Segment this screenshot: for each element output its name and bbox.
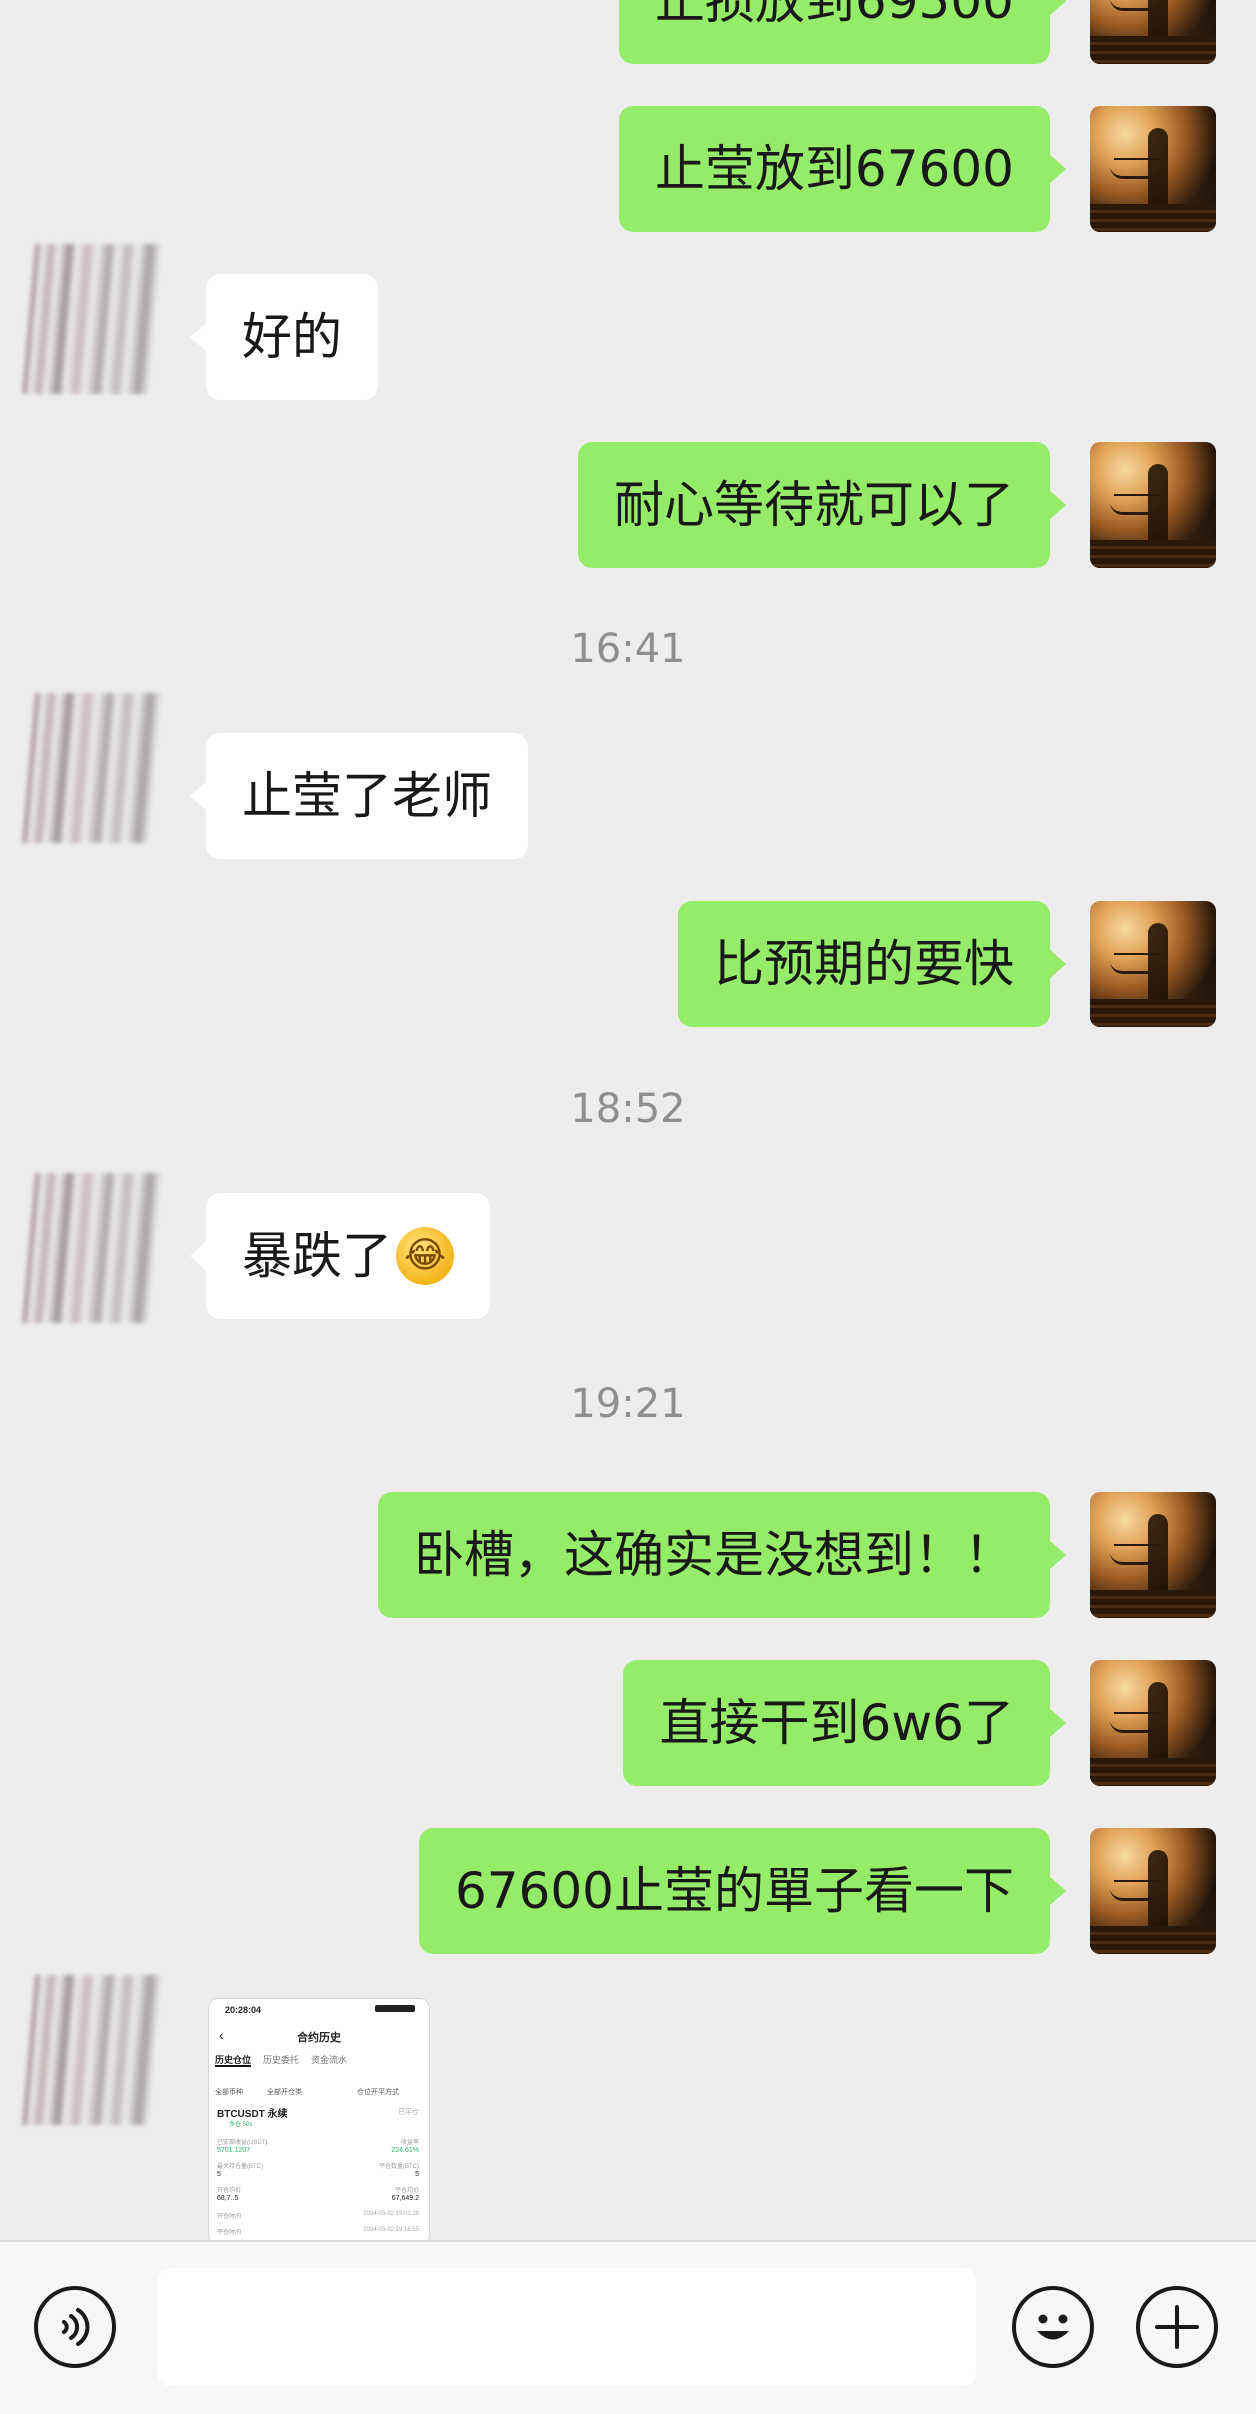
screenshot-filter: 全部币种	[215, 2089, 243, 2096]
timestamp: 18:52	[570, 1086, 686, 1132]
field-label: 已实现收益(USDT)	[217, 2140, 268, 2146]
field-label: 平仓数量(BTC)	[379, 2164, 419, 2170]
crying-laughing-emoji-icon: 😂	[396, 1226, 454, 1285]
screenshot-status-icons	[375, 2005, 415, 2012]
screenshot-filter: 全部开仓类	[267, 2089, 302, 2096]
incoming-message-bubble[interactable]: 暴跌了 😂	[190, 1193, 490, 1319]
outgoing-message-bubble[interactable]: 止损放到69500	[618, 0, 1067, 64]
outgoing-message-bubble[interactable]: 直接干到6w6了	[623, 1660, 1066, 1786]
incoming-message-bubble[interactable]: 止莹了老师	[190, 733, 528, 859]
emoji-icon	[1037, 2314, 1069, 2340]
outgoing-message-bubble[interactable]: 67600止莹的單子看一下	[418, 1828, 1067, 1954]
field-label: 开仓均价	[217, 2188, 242, 2194]
voice-icon	[62, 2308, 90, 2346]
contact-avatar[interactable]	[8, 1173, 178, 1323]
message-input-bar	[0, 2240, 1256, 2414]
timestamp: 19:21	[570, 1381, 686, 1427]
my-avatar[interactable]	[1090, 1828, 1216, 1954]
my-avatar[interactable]	[1090, 1660, 1216, 1786]
my-avatar[interactable]	[1090, 442, 1216, 568]
chat-area: 止损放到69500 止莹放到67600 好的 耐心等待就可以了 16:41 止莹…	[0, 0, 1256, 2240]
emoji-button[interactable]	[1012, 2286, 1094, 2368]
outgoing-message-bubble[interactable]: 卧槽，这确实是没想到！！	[378, 1492, 1066, 1618]
field-label: 最大持仓量(BTC)	[217, 2164, 263, 2170]
contact-avatar[interactable]	[8, 244, 178, 394]
contact-avatar[interactable]	[8, 1975, 178, 2125]
screenshot-image-message[interactable]: 20:28:04 ‹ 合约历史 历史仓位 历史委托 资金流水 全部币种 全部开仓…	[208, 1998, 430, 2240]
my-avatar[interactable]	[1090, 901, 1216, 1027]
screenshot-symbol: BTCUSDT 永续	[217, 2109, 288, 2120]
field-value: 67,649.2	[391, 2195, 419, 2202]
screenshot-filter: 仓位开平方式	[357, 2089, 399, 2096]
field-value: 68,7..5	[217, 2195, 239, 2202]
screenshot-tab: 资金流水	[311, 2055, 348, 2065]
field-label: 平仓均价	[394, 2188, 419, 2194]
field-label: 平仓时间	[217, 2230, 242, 2236]
field-label: 开仓时间	[217, 2214, 242, 2220]
outgoing-message-bubble[interactable]: 止莹放到67600	[618, 106, 1067, 232]
field-value: 2024-05-02 19:18:55	[363, 2227, 419, 2233]
my-avatar[interactable]	[1090, 106, 1216, 232]
screenshot-status-time: 20:28:04	[225, 2005, 262, 2015]
outgoing-message-bubble[interactable]: 耐心等待就可以了	[578, 442, 1066, 568]
screenshot-sub-label: 多仓 50x	[229, 2122, 253, 2128]
plus-icon	[1155, 2305, 1199, 2349]
message-text: 暴跌了	[242, 1227, 392, 1285]
field-value: 5701.1207	[217, 2147, 251, 2154]
field-value: 5	[217, 2171, 221, 2178]
field-value: 2024-05-02 15:01:28	[363, 2211, 419, 2217]
screenshot-status-tag: 已平仓	[398, 2109, 419, 2116]
more-button[interactable]	[1136, 2286, 1218, 2368]
field-label: 收益率	[400, 2140, 419, 2146]
my-avatar[interactable]	[1090, 0, 1216, 64]
message-input[interactable]	[158, 2268, 976, 2386]
field-value: 5	[415, 2171, 419, 2178]
screenshot-title: 合约历史	[297, 2032, 341, 2044]
my-avatar[interactable]	[1090, 1492, 1216, 1618]
field-value: 224.61%	[391, 2147, 419, 2154]
active-tab-underline	[215, 2065, 251, 2067]
outgoing-message-bubble[interactable]: 比预期的要快	[678, 901, 1066, 1027]
screenshot-tab: 历史委托	[263, 2055, 300, 2065]
timestamp: 16:41	[570, 626, 686, 672]
incoming-message-bubble[interactable]: 好的	[190, 274, 378, 400]
voice-button[interactable]	[34, 2286, 116, 2368]
contact-avatar[interactable]	[8, 693, 178, 843]
